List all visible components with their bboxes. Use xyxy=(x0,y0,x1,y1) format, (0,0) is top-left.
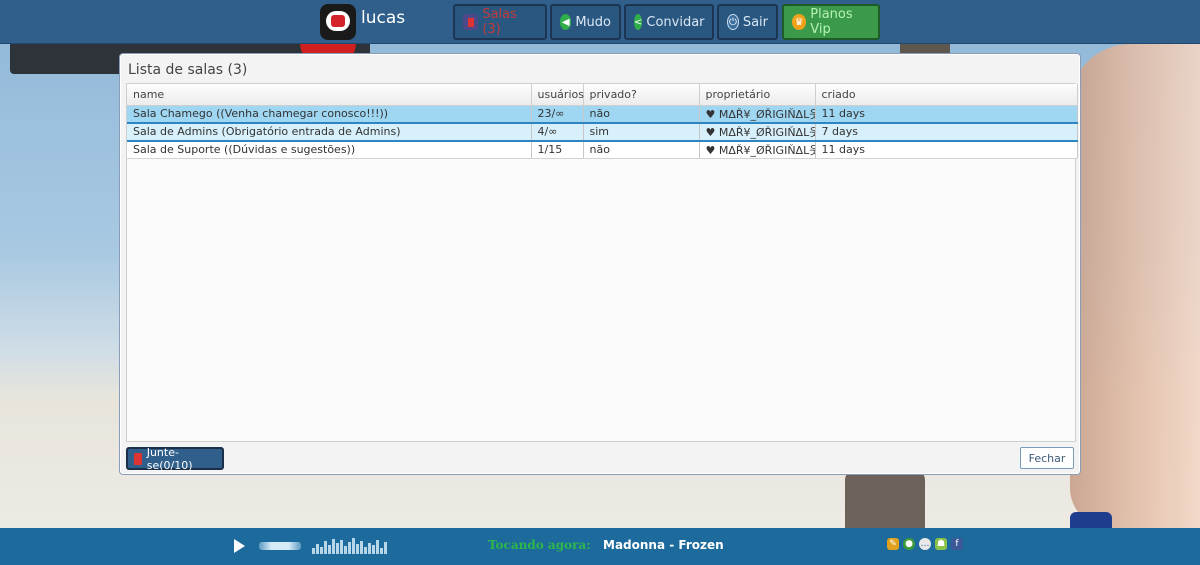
room-owner: ♥ MΔŘ¥_ØŘIGIŇΔL웃 xyxy=(699,105,816,123)
room-name: Sala de Admins (Obrigatório entrada de A… xyxy=(127,121,532,142)
close-button[interactable]: Fechar xyxy=(1020,447,1074,469)
room-table: name usuários privado? proprietário cria… xyxy=(126,83,1078,442)
top-bar: lucas Salas (3) ◀ Mudo < Convidar ⏻ Sair… xyxy=(0,0,1200,44)
column-header-created[interactable]: criado xyxy=(815,84,1078,106)
vip-plans-button-label: Planos Vip xyxy=(810,7,853,37)
exit-icon: ⏻ xyxy=(727,14,739,30)
invite-button-label: Convidar xyxy=(646,14,705,30)
rooms-button-label: Salas (3) xyxy=(482,7,517,37)
door-icon xyxy=(463,14,479,30)
crown-icon: ♛ xyxy=(792,14,807,30)
room-name: Sala Chamego ((Venha chamegar conosco!!!… xyxy=(127,105,532,123)
room-created: 11 days xyxy=(815,140,1078,159)
table-header-row: name usuários privado? proprietário cria… xyxy=(127,84,1078,106)
player-bar: Tocando agora: Madonna - Frozen ✎ ● … ☗ … xyxy=(0,528,1200,565)
column-header-owner[interactable]: proprietário xyxy=(699,84,816,106)
room-created: 11 days xyxy=(815,105,1078,123)
now-playing-label: Tocando agora: xyxy=(488,538,591,552)
background-figure xyxy=(1070,44,1200,528)
background-bag xyxy=(1070,512,1112,528)
table-row[interactable]: Sala Chamego ((Venha chamegar conosco!!!… xyxy=(127,105,1078,123)
room-name: Sala de Suporte ((Dúvidas e sugestões)) xyxy=(127,140,532,159)
room-created: 7 days xyxy=(815,121,1078,142)
table-row[interactable]: Sala de Admins (Obrigatório entrada de A… xyxy=(127,121,1078,142)
chrome-icon[interactable]: ● xyxy=(903,538,915,550)
now-playing-track: Madonna - Frozen xyxy=(603,538,724,552)
room-private: não xyxy=(583,105,700,123)
exit-button-label: Sair xyxy=(742,14,768,30)
exit-button[interactable]: ⏻ Sair xyxy=(717,4,778,40)
mute-button[interactable]: ◀ Mudo xyxy=(550,4,621,40)
column-header-users[interactable]: usuários xyxy=(531,84,584,106)
speaker-icon: ◀ xyxy=(560,14,572,30)
play-icon[interactable] xyxy=(234,539,245,553)
rooms-button[interactable]: Salas (3) xyxy=(453,4,547,40)
room-users: 1/15 xyxy=(531,140,584,159)
background-tree xyxy=(845,470,925,528)
join-room-button[interactable]: Junte-se(0/10) xyxy=(126,445,224,472)
door-icon xyxy=(134,452,142,465)
android-icon[interactable]: ☗ xyxy=(935,538,947,550)
pencil-icon[interactable]: ✎ xyxy=(887,538,899,550)
vip-plans-button[interactable]: ♛ Planos Vip xyxy=(782,4,880,40)
volume-slider[interactable] xyxy=(259,542,301,550)
room-users: 23/∞ xyxy=(531,105,584,123)
room-users: 4/∞ xyxy=(531,121,584,142)
social-links: ✎ ● … ☗ f xyxy=(887,538,967,550)
join-room-label: Junte-se(0/10) xyxy=(146,445,193,472)
app-logo-icon xyxy=(320,4,356,40)
table-row[interactable]: Sala de Suporte ((Dúvidas e sugestões)) … xyxy=(127,140,1078,159)
invite-button[interactable]: < Convidar xyxy=(624,4,714,40)
equalizer-icon xyxy=(312,538,388,554)
facebook-icon[interactable]: f xyxy=(951,538,963,550)
room-private: sim xyxy=(583,121,700,142)
room-private: não xyxy=(583,140,700,159)
room-owner: ♥ MΔŘ¥_ØŘIGIŇΔL웃 xyxy=(699,121,816,142)
share-icon: < xyxy=(634,14,643,30)
column-header-name[interactable]: name xyxy=(127,84,532,106)
room-list-dialog: Lista de salas (3) name usuários privado… xyxy=(119,53,1081,475)
room-owner: ♥ MΔŘ¥_ØŘIGIŇΔL웃 xyxy=(699,140,816,159)
dialog-title: Lista de salas (3) xyxy=(128,62,248,78)
chat-icon[interactable]: … xyxy=(919,538,931,550)
column-header-private[interactable]: privado? xyxy=(583,84,700,106)
username: lucas xyxy=(361,8,406,28)
mute-button-label: Mudo xyxy=(575,14,611,30)
